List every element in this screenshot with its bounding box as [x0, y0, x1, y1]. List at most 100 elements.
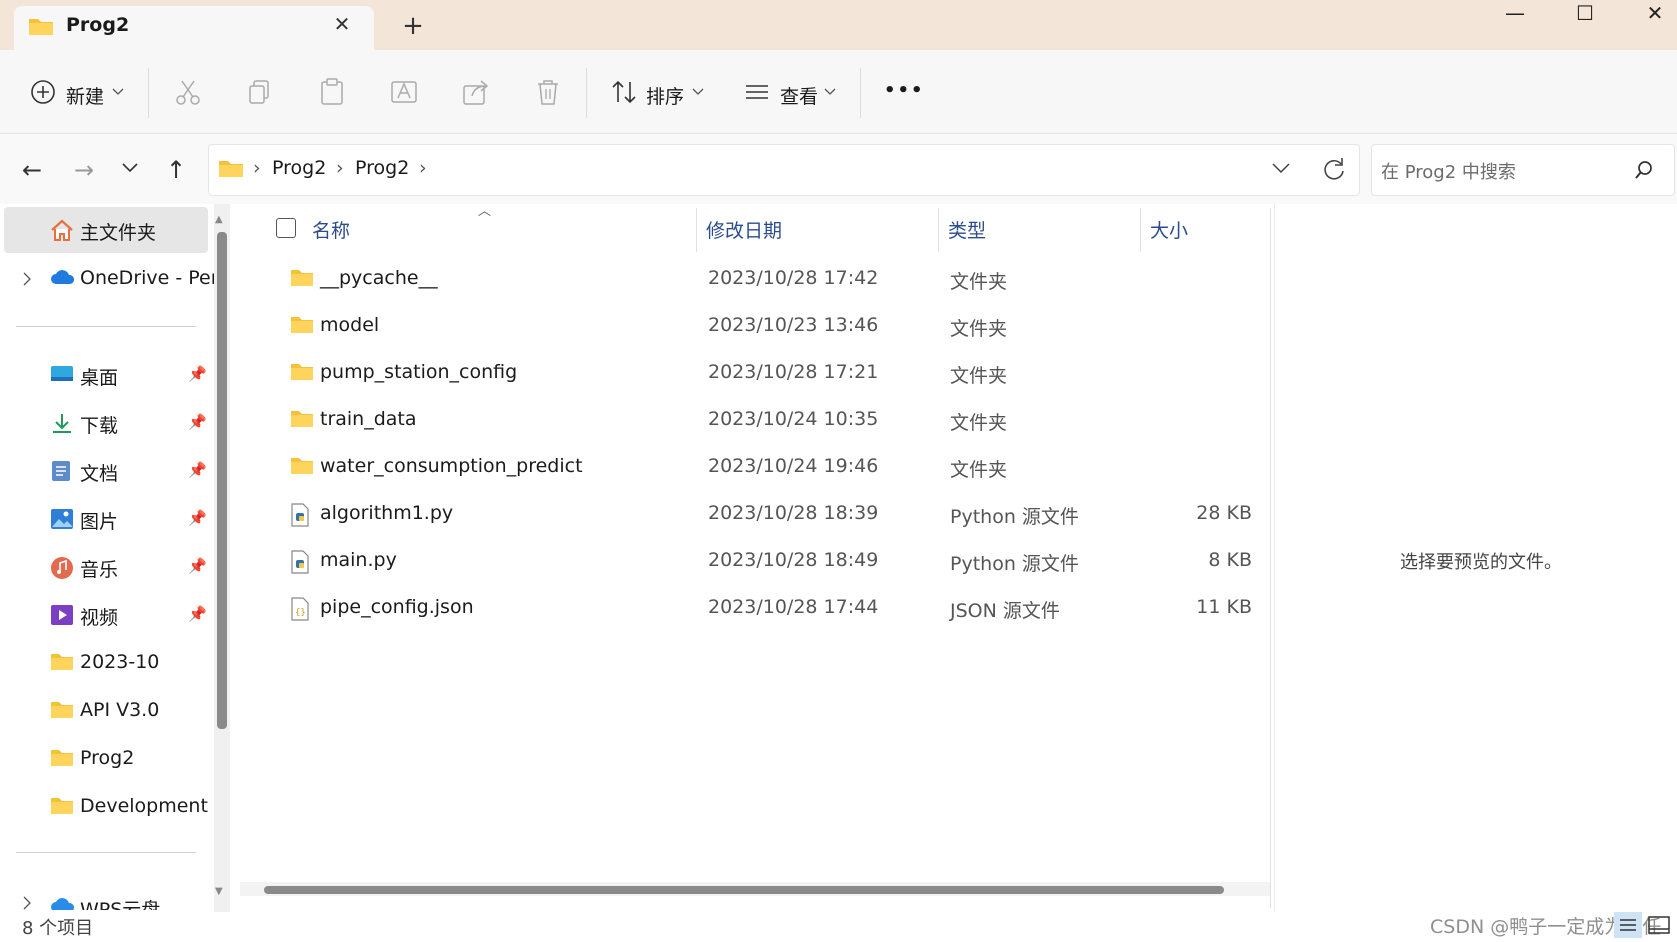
breadcrumb-prog2-parent[interactable]: Prog2	[272, 157, 326, 179]
folder-icon	[51, 702, 73, 718]
copy-icon[interactable]	[244, 76, 276, 108]
view-button[interactable]: 查看	[780, 82, 818, 109]
sidebar-item-folder-prog2[interactable]: Prog2	[4, 736, 208, 782]
toolbar-divider	[586, 68, 587, 118]
sidebar-item-folder-api[interactable]: API V3.0	[4, 688, 208, 734]
sidebar-item-music[interactable]: 音乐 📌	[4, 544, 208, 590]
chevron-down-icon	[692, 88, 704, 95]
file-name[interactable]: water_consumption_predict	[320, 455, 583, 477]
minimize-button[interactable]: —	[1480, 0, 1550, 30]
view-icon[interactable]	[744, 80, 770, 104]
python-file-icon	[291, 550, 309, 574]
file-row[interactable]: train_data 2023/10/24 10:35 文件夹	[240, 397, 1272, 443]
sidebar-scrollbar-thumb[interactable]	[217, 232, 227, 729]
recent-locations-chevron-icon[interactable]	[122, 163, 138, 173]
file-name[interactable]: __pycache__	[320, 267, 438, 289]
sidebar-item-folder-2023-10[interactable]: 2023-10	[4, 640, 208, 686]
pin-icon[interactable]: 📌	[188, 509, 207, 527]
maximize-button[interactable]: ☐	[1550, 0, 1620, 30]
column-divider[interactable]	[1140, 208, 1141, 252]
refresh-icon[interactable]	[1320, 156, 1346, 182]
pin-icon[interactable]: 📌	[188, 365, 207, 383]
file-type: JSON 源文件	[950, 600, 1060, 622]
folder-icon	[291, 458, 313, 474]
sidebar-item-pictures[interactable]: 图片 📌	[4, 496, 208, 542]
home-icon	[51, 219, 73, 241]
file-row[interactable]: model 2023/10/23 13:46 文件夹	[240, 303, 1272, 349]
details-view-icon[interactable]	[1614, 912, 1642, 938]
back-button[interactable]: ←	[16, 154, 48, 186]
select-all-checkbox[interactable]	[276, 218, 296, 238]
plus-circle-icon[interactable]	[30, 79, 56, 105]
file-row[interactable]: algorithm1.py 2023/10/28 18:39 Python 源文件 2…	[240, 491, 1272, 537]
scroll-down-arrow-icon[interactable]: ▼	[215, 886, 223, 897]
file-row[interactable]: main.py 2023/10/28 18:49 Python 源文件 8 KB	[240, 538, 1272, 584]
close-button[interactable]: ✕	[1620, 0, 1677, 30]
address-history-chevron-icon[interactable]	[1272, 163, 1290, 173]
sidebar-item-label: Development T	[80, 795, 208, 817]
breadcrumb-prog2-current[interactable]: Prog2	[355, 157, 409, 179]
new-button[interactable]: 新建	[66, 82, 104, 109]
pin-icon[interactable]: 📌	[188, 557, 207, 575]
folder-icon	[291, 317, 313, 333]
breadcrumb-separator[interactable]: ›	[419, 157, 427, 179]
column-header-date[interactable]: 修改日期	[706, 216, 782, 243]
new-tab-button[interactable]: +	[398, 10, 428, 42]
file-type: Python 源文件	[950, 553, 1079, 575]
column-divider[interactable]	[696, 208, 697, 252]
pictures-icon	[51, 509, 73, 529]
file-name[interactable]: algorithm1.py	[320, 502, 453, 524]
forward-button[interactable]: →	[68, 154, 100, 186]
sidebar-item-label: 图片	[80, 511, 119, 533]
file-name[interactable]: model	[320, 314, 379, 336]
file-row[interactable]: {} pipe_config.json 2023/10/28 17:44 JSON 源…	[240, 585, 1272, 631]
search-icon[interactable]	[1634, 160, 1654, 180]
sidebar-item-downloads[interactable]: 下载 📌	[4, 400, 208, 446]
sort-icon[interactable]	[610, 78, 638, 106]
file-name[interactable]: pipe_config.json	[320, 596, 474, 618]
sidebar-item-home[interactable]: 主文件夹	[4, 207, 208, 253]
sidebar-item-documents[interactable]: 文档 📌	[4, 448, 208, 494]
sidebar-item-label: 下载	[80, 415, 119, 437]
sidebar-divider	[16, 852, 196, 853]
share-icon[interactable]	[460, 76, 492, 108]
scroll-up-arrow-icon[interactable]: ▲	[215, 214, 223, 225]
pin-icon[interactable]: 📌	[188, 461, 207, 479]
pin-icon[interactable]: 📌	[188, 605, 207, 623]
file-row[interactable]: __pycache__ 2023/10/28 17:42 文件夹	[240, 256, 1272, 302]
tab-close-button[interactable]: ✕	[327, 8, 357, 40]
breadcrumb-separator[interactable]: ›	[253, 157, 261, 179]
column-header-name[interactable]: 名称	[312, 216, 350, 243]
breadcrumb-separator[interactable]: ›	[336, 157, 344, 179]
chevron-right-icon[interactable]	[22, 272, 32, 286]
file-name[interactable]: train_data	[320, 408, 417, 430]
more-options-button[interactable]: •••	[884, 80, 925, 101]
file-row[interactable]: water_consumption_predict 2023/10/24 19:4…	[240, 444, 1272, 490]
sidebar-item-label: 音乐	[80, 559, 119, 581]
sidebar-item-folder-development[interactable]: Development T	[4, 784, 208, 830]
horizontal-scrollbar-thumb[interactable]	[264, 886, 1224, 894]
rename-icon[interactable]	[388, 76, 420, 108]
delete-icon[interactable]	[532, 76, 564, 108]
sidebar-item-onedrive[interactable]: OneDrive - Per	[4, 256, 219, 302]
file-name[interactable]: pump_station_config	[320, 361, 517, 383]
up-button[interactable]: ↑	[160, 154, 192, 186]
chevron-right-icon[interactable]	[22, 896, 32, 910]
cut-icon[interactable]	[172, 76, 204, 108]
file-name[interactable]: main.py	[320, 549, 397, 571]
folder-icon	[219, 161, 243, 177]
column-header-type[interactable]: 类型	[948, 216, 986, 243]
sidebar-item-desktop[interactable]: 桌面 📌	[4, 352, 208, 398]
paste-icon[interactable]	[316, 76, 348, 108]
column-header-size[interactable]: 大小	[1150, 216, 1188, 243]
sort-button[interactable]: 排序	[646, 82, 684, 109]
file-date: 2023/10/23 13:46	[708, 314, 879, 336]
sidebar-item-wps[interactable]: WPS云盘	[4, 884, 208, 910]
preview-view-icon[interactable]	[1646, 912, 1674, 938]
folder-icon	[291, 364, 313, 380]
file-row[interactable]: pump_station_config 2023/10/28 17:21 文件夹	[240, 350, 1272, 396]
search-placeholder[interactable]: 在 Prog2 中搜索	[1381, 158, 1516, 184]
column-divider[interactable]	[938, 208, 939, 252]
sidebar-item-videos[interactable]: 视频 📌	[4, 592, 208, 638]
pin-icon[interactable]: 📌	[188, 413, 207, 431]
